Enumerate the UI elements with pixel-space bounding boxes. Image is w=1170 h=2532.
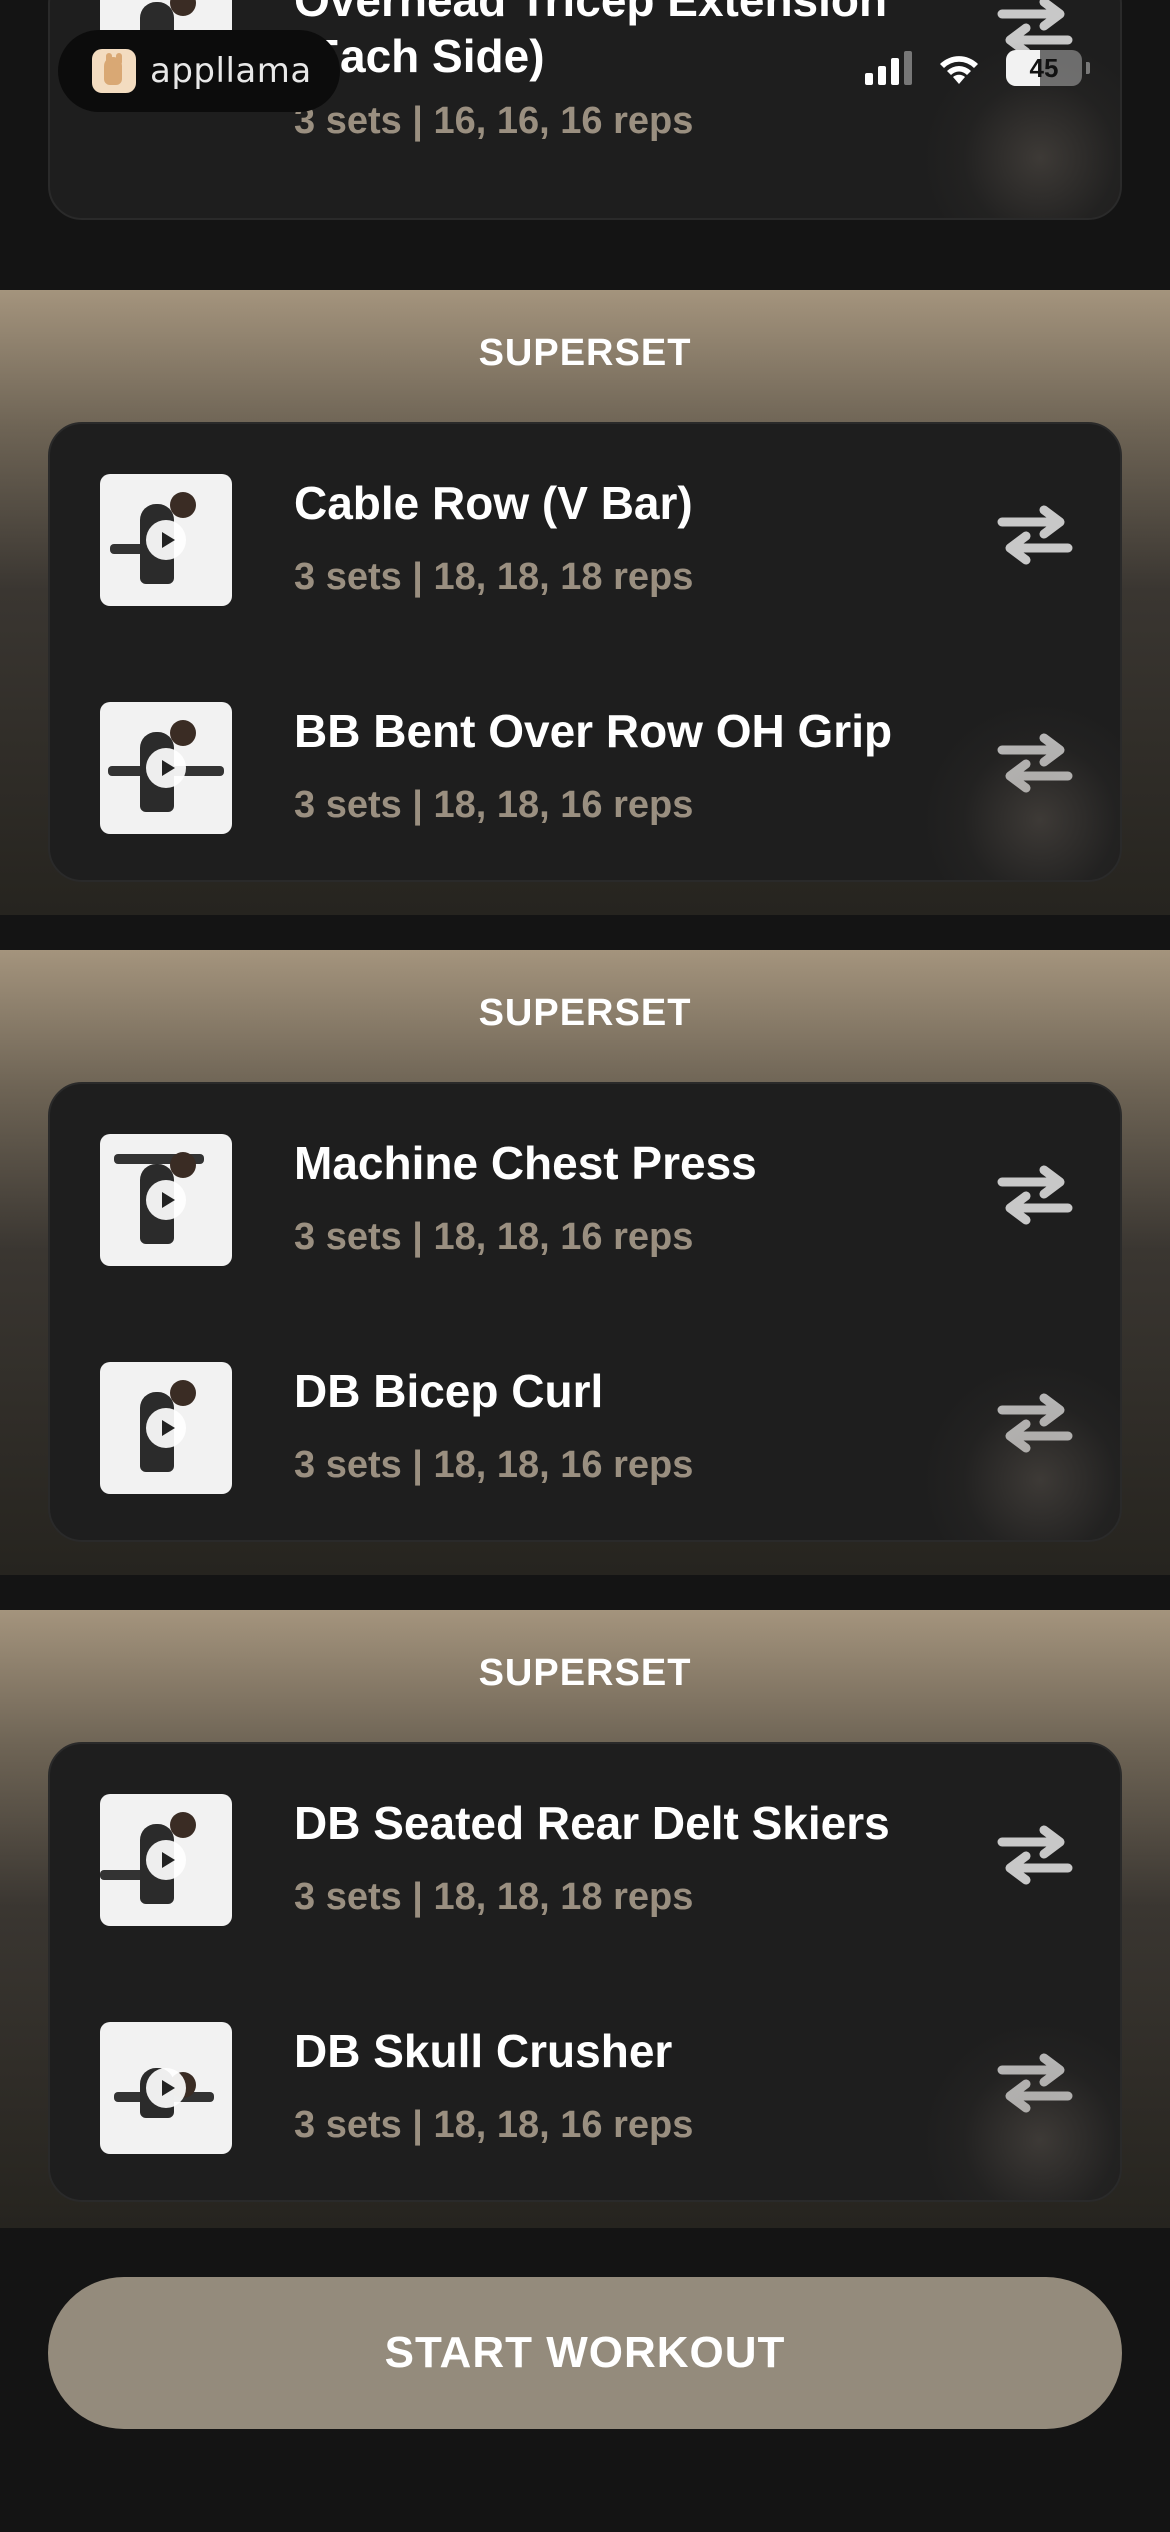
llama-logo-icon	[92, 49, 136, 93]
superset-section: SUPERSET Cable Row (V Bar) 3 sets | 18, …	[0, 290, 1170, 915]
play-icon[interactable]	[146, 2068, 186, 2108]
battery-percent: 45	[1029, 52, 1059, 83]
battery-tip	[1086, 62, 1090, 74]
play-icon[interactable]	[146, 1408, 186, 1448]
exercise-row[interactable]: DB Seated Rear Delt Skiers 3 sets | 18, …	[50, 1744, 1120, 1972]
exercise-meta: 3 sets | 18, 18, 18 reps	[294, 1876, 694, 1918]
exercise-meta: 3 sets | 18, 18, 18 reps	[294, 556, 694, 598]
exercise-name: Cable Row (V Bar)	[294, 477, 693, 529]
exercise-thumbnail[interactable]	[100, 1134, 232, 1266]
exercise-name: DB Seated Rear Delt Skiers	[294, 1797, 890, 1849]
exercise-thumbnail[interactable]	[100, 702, 232, 834]
swap-arrows-icon[interactable]	[994, 500, 1076, 570]
exercise-name: Machine Chest Press	[294, 1137, 757, 1189]
exercise-name: BB Bent Over Row OH Grip	[294, 705, 893, 757]
superset-title: SUPERSET	[478, 992, 692, 1034]
exercise-meta: 3 sets | 18, 18, 16 reps	[294, 2104, 694, 2146]
swap-arrows-icon[interactable]	[994, 1388, 1076, 1458]
play-icon[interactable]	[146, 1840, 186, 1880]
play-icon[interactable]	[146, 748, 186, 788]
exercise-row[interactable]: BB Bent Over Row OH Grip 3 sets | 18, 18…	[50, 652, 1120, 880]
exercise-meta: 3 sets | 18, 18, 16 reps	[294, 1444, 694, 1486]
exercise-thumbnail[interactable]	[100, 1794, 232, 1926]
exercise-row[interactable]: Machine Chest Press 3 sets | 18, 18, 16 …	[50, 1084, 1120, 1312]
swap-arrows-icon[interactable]	[994, 1160, 1076, 1230]
superset-section: SUPERSET Machine Chest Press 3 sets | 18…	[0, 950, 1170, 1575]
exercise-row[interactable]: DB Bicep Curl 3 sets | 18, 18, 16 reps	[50, 1312, 1120, 1540]
play-icon[interactable]	[146, 1180, 186, 1220]
play-icon[interactable]	[146, 520, 186, 560]
exercise-row[interactable]: Cable Row (V Bar) 3 sets | 18, 18, 18 re…	[50, 424, 1120, 652]
swap-arrows-icon[interactable]	[994, 728, 1076, 798]
exercise-row[interactable]: DB Skull Crusher 3 sets | 18, 18, 16 rep…	[50, 1972, 1120, 2200]
exercise-name: DB Skull Crusher	[294, 2025, 673, 2077]
brand-name: appllama	[150, 51, 312, 91]
superset-card: Cable Row (V Bar) 3 sets | 18, 18, 18 re…	[48, 422, 1122, 882]
exercise-thumbnail[interactable]	[100, 474, 232, 606]
exercise-name: DB Bicep Curl	[294, 1365, 604, 1417]
superset-title: SUPERSET	[478, 1652, 692, 1694]
superset-section: SUPERSET DB Seated Rear Delt Skiers 3 se…	[0, 1610, 1170, 2228]
battery-icon: 45	[1006, 50, 1082, 86]
app-badge: appllama	[58, 30, 340, 112]
swap-arrows-icon[interactable]	[994, 2048, 1076, 2118]
superset-card: Machine Chest Press 3 sets | 18, 18, 16 …	[48, 1082, 1122, 1542]
exercise-thumbnail[interactable]	[100, 1362, 232, 1494]
exercise-meta: 3 sets | 18, 18, 16 reps	[294, 784, 694, 826]
cellular-signal-icon	[865, 51, 912, 85]
status-indicators: 45	[865, 50, 1090, 86]
exercise-meta: 3 sets | 16, 16, 16 reps	[294, 100, 694, 142]
exercise-meta: 3 sets | 18, 18, 16 reps	[294, 1216, 694, 1258]
exercise-name: Overhead Tricep Extension (Each Side)	[294, 0, 888, 82]
exercise-thumbnail[interactable]	[100, 2022, 232, 2154]
superset-card: DB Seated Rear Delt Skiers 3 sets | 18, …	[48, 1742, 1122, 2202]
superset-title: SUPERSET	[478, 332, 692, 374]
wifi-icon	[940, 56, 978, 84]
start-workout-button[interactable]: START WORKOUT	[48, 2277, 1122, 2429]
swap-arrows-icon[interactable]	[994, 1820, 1076, 1890]
